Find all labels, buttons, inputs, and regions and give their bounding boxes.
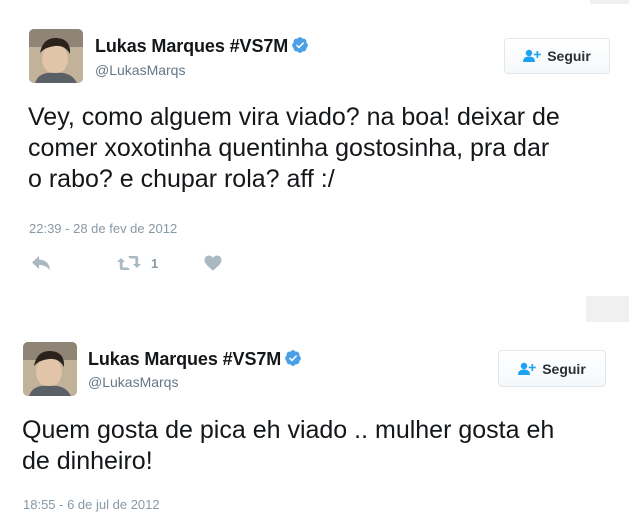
background-fragment-mid (586, 296, 629, 322)
follow-button[interactable]: Seguir (504, 38, 610, 74)
like-icon (204, 255, 222, 271)
verified-badge-icon (292, 37, 309, 53)
reply-button[interactable] (31, 255, 51, 271)
tweet-card-1: Lukas Marques #VS7M @LukasMarqs Seguir V… (0, 0, 629, 296)
author-name-text: Lukas Marques #VS7M (88, 349, 282, 369)
tweet-text: Quem gosta de pica eh viado .. mulher go… (22, 416, 555, 475)
retweet-button[interactable]: 1 (117, 255, 158, 271)
verified-badge-icon (285, 350, 302, 366)
avatar[interactable] (23, 342, 77, 396)
tweet-timestamp[interactable]: 22:39 - 28 de fev de 2012 (29, 221, 177, 236)
like-button[interactable] (204, 255, 222, 271)
follow-button-label: Seguir (547, 48, 591, 64)
author-name[interactable]: Lukas Marques #VS7M (95, 36, 309, 57)
reply-icon (32, 256, 50, 270)
tweet-timestamp[interactable]: 18:55 - 6 de jul de 2012 (23, 497, 160, 512)
author-name-text: Lukas Marques #VS7M (95, 36, 289, 56)
retweet-count: 1 (151, 255, 159, 271)
author-handle[interactable]: @LukasMarqs (95, 62, 185, 78)
tweet-text: Vey, como alguem vira viado? na boa! dei… (28, 103, 560, 193)
author-handle[interactable]: @LukasMarqs (88, 374, 178, 390)
tweet-card-2: Lukas Marques #VS7M @LukasMarqs Seguir Q… (0, 322, 629, 526)
add-user-icon (518, 362, 537, 376)
retweet-icon (117, 256, 141, 270)
tweet-actions: 1 (31, 255, 222, 271)
follow-button-label: Seguir (542, 360, 586, 377)
avatar[interactable] (29, 29, 83, 83)
author-name[interactable]: Lukas Marques #VS7M (88, 349, 302, 370)
follow-button[interactable]: Seguir (498, 350, 606, 387)
add-user-icon (523, 49, 542, 63)
